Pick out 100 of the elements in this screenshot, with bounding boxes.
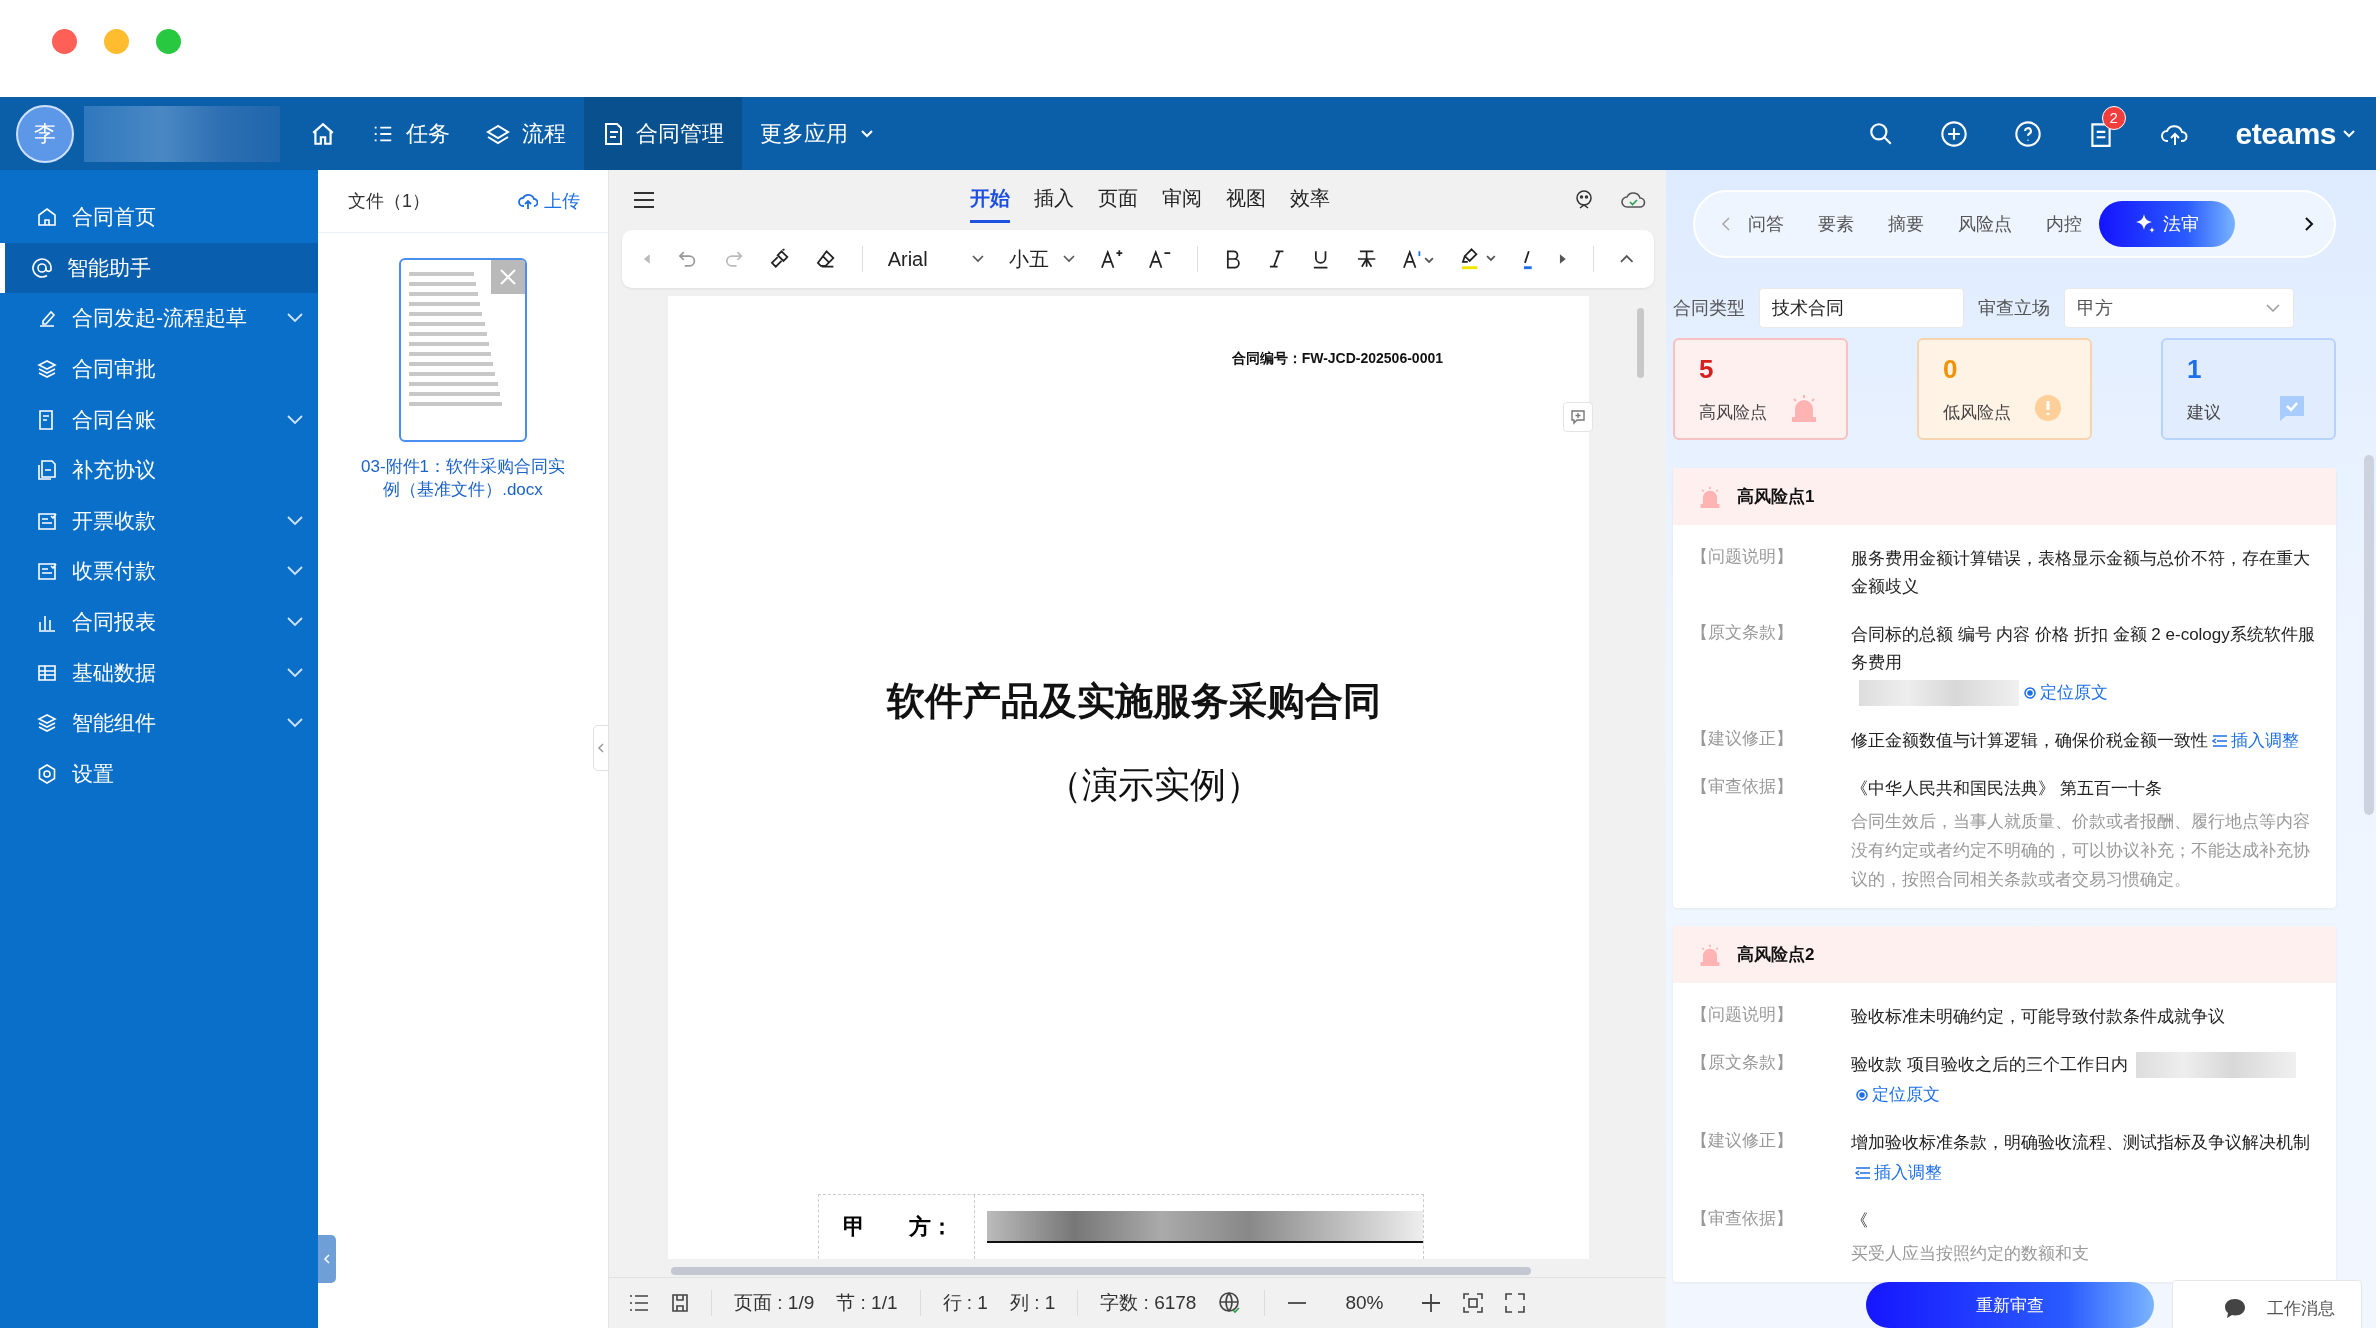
ribbon-tab[interactable]: 视图 (1225, 177, 1266, 223)
nav-tab[interactable]: 流程 (468, 97, 584, 170)
collapse-toolbar-icon[interactable] (1618, 254, 1634, 264)
chevron-down-icon (2265, 303, 2281, 313)
nav-tab[interactable]: 合同管理 (584, 97, 742, 170)
collapse-handle[interactable] (593, 725, 609, 771)
work-message-panel[interactable]: 工作消息 (2172, 1280, 2362, 1328)
row-label: 【建议修正】 (1691, 1130, 1794, 1152)
caret-icon (972, 255, 985, 263)
add-comment-icon (1570, 409, 1586, 425)
scroll-right-icon[interactable] (1557, 253, 1568, 265)
sidebar-item[interactable]: 补充协议 (0, 444, 318, 496)
sidebar-item[interactable]: 合同首页 (0, 192, 318, 243)
review-tab[interactable]: 问答 (1731, 201, 1801, 247)
outline-icon[interactable] (629, 1294, 649, 1312)
file-name-link[interactable]: 03-附件1：软件采购合同实例（基准文件）.docx (353, 456, 573, 502)
review-tab[interactable]: 风险点 (1941, 201, 2029, 247)
legal-note: 合同生效后，当事人就质量、价款或者报酬、履行地点等内容没有约定或者约定不明确的，可以协议补充；不能达成补充协议的，按照合同相关条款或者交易习惯确定。 (1851, 811, 2311, 891)
sidebar-item[interactable]: 合同审批 (0, 343, 318, 395)
row-label: 【原文条款】 (1691, 622, 1794, 644)
ribbon-tab[interactable]: 审阅 (1161, 177, 1202, 223)
font-size-dropdown[interactable]: 小五 (1009, 245, 1076, 273)
files-heading: 文件（1） (348, 190, 430, 213)
work-message-label: 工作消息 (2267, 1297, 2335, 1320)
sidebar-item[interactable]: 设置 (0, 748, 318, 800)
risk-text: 《中华人民共和国民法典》 第五百一十条 (1851, 778, 2162, 800)
review-tab[interactable]: 法审 (2099, 201, 2235, 247)
document-thumbnail[interactable] (399, 258, 527, 442)
review-stance-dropdown[interactable]: 甲方 (2064, 288, 2294, 328)
fullscreen-icon[interactable] (1505, 1293, 1526, 1313)
vertical-scrollbar[interactable] (2364, 455, 2374, 815)
check-message-icon (2278, 394, 2306, 422)
notification-badge: 2 (2101, 105, 2126, 130)
grow-font-icon[interactable] (1100, 248, 1124, 270)
stat-card[interactable]: 1 建议 (2161, 338, 2336, 440)
scroll-right-icon[interactable] (2304, 216, 2314, 232)
horizontal-scrollbar[interactable] (671, 1267, 1531, 1275)
zoom-out-icon[interactable] (1287, 1301, 1308, 1305)
field-label: 合同类型 (1673, 297, 1745, 320)
sidebar-item[interactable]: 合同台账 (0, 394, 318, 445)
shrink-font-icon[interactable] (1148, 248, 1172, 270)
eraser-icon[interactable] (815, 248, 837, 270)
locate-source-link[interactable]: 定位原文 (1855, 1081, 1940, 1109)
sidebar-item[interactable]: 合同报表 (0, 596, 318, 648)
contract-type-field[interactable]: 技术合同 (1759, 288, 1964, 328)
close-window-button[interactable] (52, 29, 77, 54)
alarm-icon (1699, 485, 1721, 508)
review-tab[interactable]: 要素 (1801, 201, 1871, 247)
app-logo-menu[interactable]: eteams (2235, 116, 2356, 151)
text-effect-icon[interactable] (1401, 248, 1435, 270)
risk-title: 高风险点1 (1737, 486, 1815, 508)
sidebar-item[interactable]: 收票付款 (0, 546, 318, 597)
sidebar-item[interactable]: 智能助手 (0, 242, 318, 294)
stat-label: 建议 (2187, 402, 2221, 424)
ribbon-tab[interactable]: 开始 (969, 177, 1010, 223)
add-circle-icon[interactable] (1939, 119, 1968, 148)
sidebar-item[interactable]: 开票收款 (0, 495, 318, 547)
ribbon-tab[interactable]: 效率 (1289, 177, 1330, 223)
stat-card[interactable]: 0 低风险点 (1917, 338, 2092, 440)
column-position: 列 : 1 (1009, 1291, 1056, 1315)
sidebar-item[interactable]: 基础数据 (0, 647, 318, 698)
home-icon (310, 120, 336, 147)
risk-text: 《 (1851, 1210, 1868, 1232)
nav-tab[interactable]: 更多应用 (742, 97, 892, 170)
globe-icon[interactable] (1218, 1291, 1243, 1315)
caret-icon (860, 128, 874, 139)
ribbon-tab[interactable]: 页面 (1097, 177, 1138, 223)
row-label: 【原文条款】 (1691, 1052, 1794, 1074)
format-painter-icon[interactable] (769, 248, 791, 270)
ribbon-tab[interactable]: 插入 (1033, 177, 1074, 223)
sidebar-item[interactable]: 智能组件 (0, 697, 318, 749)
insert-adjustment-link[interactable]: 插入调整 (1855, 1159, 1942, 1187)
recheck-button[interactable]: 重新审查 (1866, 1282, 2154, 1328)
risk-text: 服务费用金额计算错误，表格显示金额与总价不符，存在重大金额歧义 (1851, 548, 2311, 598)
comment-button[interactable] (1563, 402, 1593, 432)
risk-text: 验收款 项目验收之后的三个工作日内 (1851, 1054, 2128, 1076)
review-tab[interactable]: 摘要 (1871, 201, 1941, 247)
save-icon[interactable] (671, 1293, 689, 1313)
insert-adjustment-link[interactable]: 插入调整 (2212, 727, 2299, 755)
vertical-scrollbar[interactable] (1637, 308, 1644, 378)
review-tab[interactable]: 内控 (2029, 201, 2099, 247)
stat-card[interactable]: 5 高风险点 (1673, 338, 1848, 440)
locate-source-link[interactable]: 定位原文 (2023, 679, 2108, 707)
stat-count: 0 (1943, 354, 1958, 385)
help-icon[interactable] (2013, 119, 2042, 148)
font-family-dropdown[interactable]: Arial (887, 247, 985, 271)
sidebar-item[interactable]: 合同发起-流程起草 (0, 293, 318, 344)
risk-text: 修正金额数值与计算逻辑，确保价税金额一致性 (1851, 730, 2208, 752)
search-icon[interactable] (1867, 120, 1894, 147)
strikethrough-icon[interactable] (1355, 248, 1377, 270)
exclamation-icon (2034, 394, 2062, 422)
fit-page-icon[interactable] (1463, 1293, 1484, 1313)
zoom-in-icon[interactable] (1421, 1293, 1442, 1313)
collapse-handle[interactable] (318, 1235, 336, 1283)
cloud-saved-icon (1620, 189, 1646, 211)
stat-count: 1 (2187, 354, 2202, 385)
upload-button[interactable]: 上传 (518, 189, 580, 213)
caret-icon (2342, 128, 2356, 139)
nav-tab[interactable]: 任务 (354, 97, 468, 170)
stat-count: 5 (1699, 354, 1714, 385)
